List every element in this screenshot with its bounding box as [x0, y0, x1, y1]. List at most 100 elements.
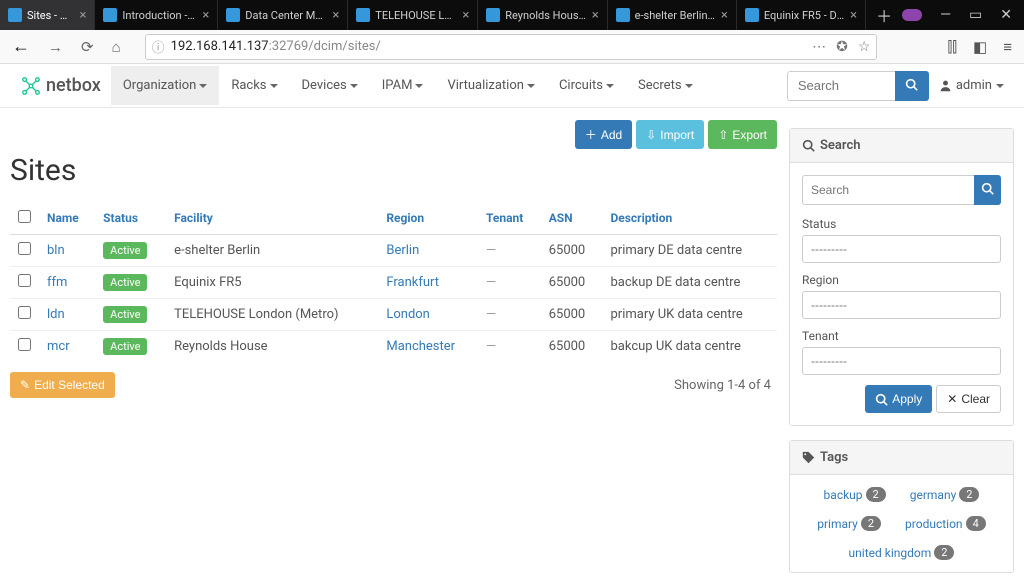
column-header[interactable]: Name [39, 202, 95, 235]
page-title: Sites [10, 153, 777, 188]
row-checkbox[interactable] [18, 274, 31, 287]
user-menu[interactable]: admin [929, 66, 1014, 105]
nav-item-racks[interactable]: Racks [219, 66, 289, 105]
bookmark-icon[interactable]: ☆ [858, 39, 871, 55]
asn-cell: 65000 [541, 299, 603, 331]
status-badge: Active [103, 242, 147, 259]
table-row: mcrActiveReynolds HouseManchester—65000b… [10, 331, 777, 363]
nav-item-secrets[interactable]: Secrets [626, 66, 705, 105]
tab-label: TELEHOUSE London (M… [375, 9, 457, 22]
region-link[interactable]: Berlin [386, 243, 419, 258]
filter-search-input[interactable] [802, 175, 974, 205]
region-select[interactable] [802, 291, 1001, 319]
netbox-logo[interactable]: netbox [10, 75, 111, 97]
close-tab-icon[interactable]: × [462, 8, 469, 23]
region-link[interactable]: Manchester [386, 339, 455, 354]
facility-cell: Equinix FR5 [166, 267, 378, 299]
nav-search-input[interactable] [787, 71, 895, 101]
browser-tab[interactable]: Equinix FR5 - Data Ce…× [737, 0, 866, 30]
address-bar[interactable]: ⓘ 192.168.141.137:32769/dcim/sites/ ⋯ ✪ … [145, 34, 878, 60]
site-name-link[interactable]: mcr [47, 339, 70, 354]
browser-tab[interactable]: Reynolds House - Dat… × [478, 0, 607, 30]
import-button[interactable]: ⇩ Import [636, 120, 704, 149]
tenant-select[interactable] [802, 347, 1001, 375]
url-text: 192.168.141.137:32769/dcim/sites/ [171, 39, 812, 54]
browser-tab[interactable]: Data Center Map - Col… × [218, 0, 348, 30]
tab-label: Sites - NetBox [27, 9, 74, 22]
nav-item-ipam[interactable]: IPAM [370, 66, 436, 105]
site-info-icon[interactable]: ⓘ [152, 37, 165, 56]
browser-tabs: Sites - NetBox×Introduction - NetBox×Dat… [0, 0, 1024, 30]
forward-button[interactable]: → [44, 36, 67, 58]
status-label: Status [802, 217, 1001, 231]
site-name-link[interactable]: ffm [47, 275, 67, 290]
caret-down-icon [606, 84, 614, 88]
description-cell: primary DE data centre [602, 235, 777, 267]
apply-button[interactable]: Apply [865, 385, 932, 413]
edit-selected-button[interactable]: ✎ Edit Selected [10, 372, 115, 398]
tag-item[interactable]: united kingdom2 [849, 545, 955, 560]
close-tab-icon[interactable]: × [202, 8, 209, 23]
browser-tab[interactable]: Introduction - NetBox × [95, 0, 218, 30]
close-window-button[interactable]: ✕ [1000, 7, 1012, 23]
column-header[interactable]: Tenant [478, 202, 541, 235]
caret-down-icon [270, 84, 278, 88]
nav-item-circuits[interactable]: Circuits [547, 66, 626, 105]
column-header[interactable]: Facility [166, 202, 378, 235]
maximize-button[interactable]: ▭ [969, 7, 982, 23]
export-button[interactable]: ⇧ Export [708, 120, 777, 149]
nav-item-devices[interactable]: Devices [290, 66, 370, 105]
select-all-checkbox[interactable] [18, 210, 31, 223]
browser-tab[interactable]: Sites - NetBox × [0, 0, 95, 30]
permissions-icon[interactable]: ✪ [836, 39, 848, 55]
tag-name: germany [910, 488, 957, 502]
close-tab-icon[interactable]: × [332, 8, 339, 23]
status-badge: Active [103, 274, 147, 291]
tenant-cell: — [478, 235, 541, 267]
status-select[interactable] [802, 235, 1001, 263]
add-button[interactable]: ＋ Add [575, 120, 632, 149]
tab-label: Reynolds House - Dat… [505, 9, 586, 22]
description-cell: primary UK data centre [602, 299, 777, 331]
row-checkbox[interactable] [18, 338, 31, 351]
close-tab-icon[interactable]: × [79, 8, 86, 23]
page-actions-icon[interactable]: ⋯ [812, 39, 826, 55]
column-header[interactable]: Status [95, 202, 166, 235]
sidebar-icon[interactable]: ◧ [973, 38, 987, 56]
clear-button[interactable]: ✕ Clear [936, 385, 1001, 413]
home-button[interactable]: ⌂ [108, 36, 125, 58]
tag-item[interactable]: germany2 [910, 487, 980, 502]
nav-search [787, 71, 929, 101]
filter-search-button[interactable] [974, 175, 1001, 205]
menu-icon[interactable]: ≡ [1003, 38, 1012, 56]
region-link[interactable]: London [386, 307, 430, 322]
site-name-link[interactable]: bln [47, 243, 65, 258]
back-button[interactable]: ← [8, 34, 34, 59]
close-tab-icon[interactable]: × [850, 8, 857, 23]
region-link[interactable]: Frankfurt [386, 275, 439, 290]
nav-item-organization[interactable]: Organization [111, 66, 219, 105]
tab-label: Introduction - NetBox [122, 9, 197, 22]
library-icon[interactable]: ⫿⫿ [947, 38, 957, 56]
browser-tab[interactable]: e-shelter Berlin - Data… × [608, 0, 737, 30]
close-tab-icon[interactable]: × [592, 8, 599, 23]
row-checkbox[interactable] [18, 306, 31, 319]
row-checkbox[interactable] [18, 242, 31, 255]
tab-label: e-shelter Berlin - Data… [635, 9, 716, 22]
new-tab-button[interactable]: ＋ [866, 3, 902, 27]
site-name-link[interactable]: ldn [47, 307, 65, 322]
minimize-button[interactable]: — [940, 7, 951, 23]
nav-search-button[interactable] [895, 71, 929, 101]
column-header[interactable]: ASN [541, 202, 603, 235]
nav-item-virtualization[interactable]: Virtualization [435, 66, 547, 105]
browser-tab[interactable]: TELEHOUSE London (M… × [348, 0, 478, 30]
close-tab-icon[interactable]: × [721, 8, 728, 23]
asn-cell: 65000 [541, 331, 603, 363]
browser-toolbar: ← → ⟳ ⌂ ⓘ 192.168.141.137:32769/dcim/sit… [0, 30, 1024, 64]
column-header[interactable]: Region [378, 202, 478, 235]
favicon-icon [745, 8, 759, 22]
reload-button[interactable]: ⟳ [77, 36, 98, 58]
tag-item[interactable]: backup2 [824, 487, 886, 502]
tab-label: Data Center Map - Col… [245, 9, 327, 22]
column-header[interactable]: Description [602, 202, 777, 235]
